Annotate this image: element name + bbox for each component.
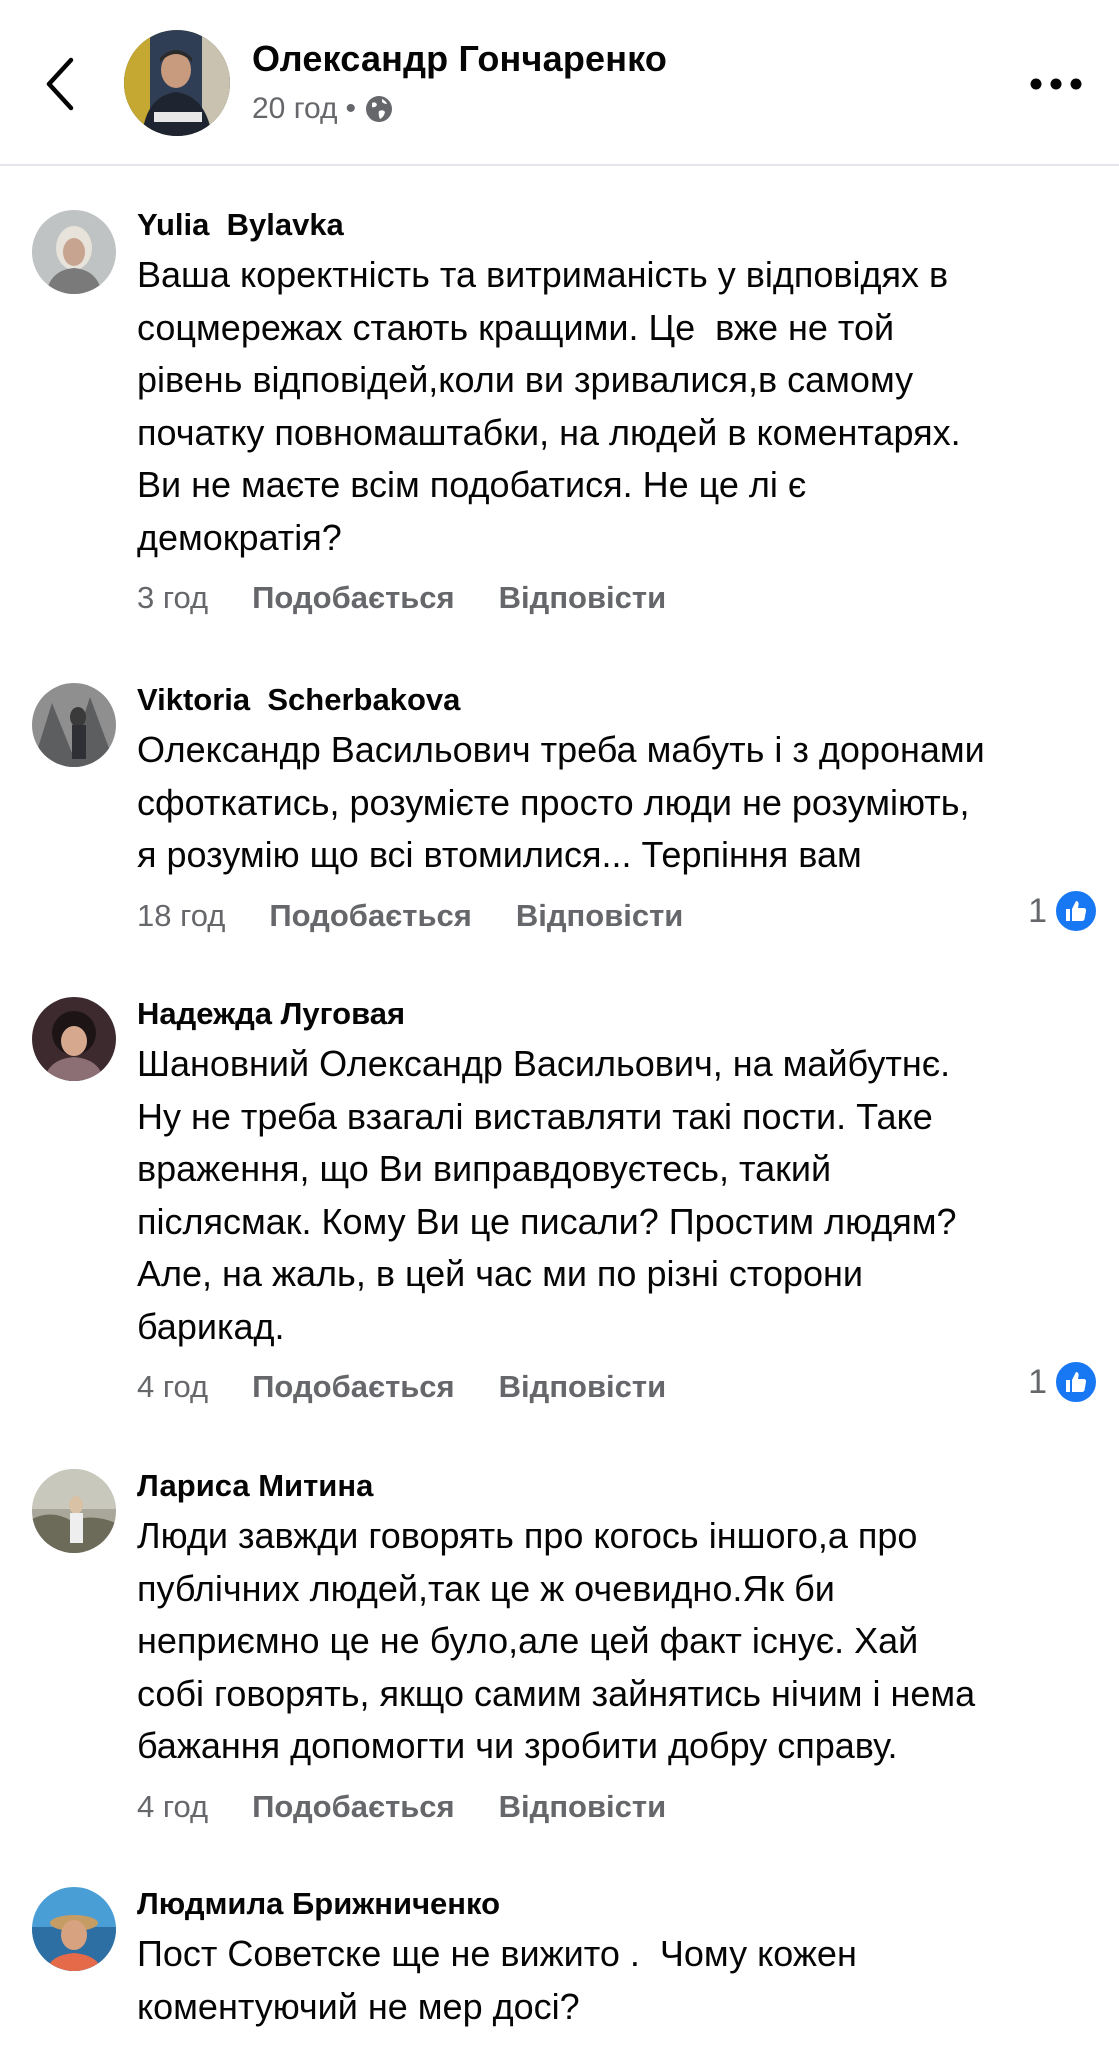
comment-avatar[interactable] <box>32 683 116 767</box>
reply-button[interactable]: Відповісти <box>499 1369 667 1405</box>
post-author-name[interactable]: Олександр Гончаренко <box>252 38 667 80</box>
like-button[interactable]: Подобається <box>252 1369 455 1405</box>
comment-body: Людмила Брижниченко Пост Советске ще не … <box>137 1884 1097 2033</box>
post-time[interactable]: 20 год <box>252 92 338 126</box>
comment-actions: 3 год Подобається Відповісти <box>137 576 1097 620</box>
comment-text: Шановний Олександр Васильович, на майбут… <box>137 1043 957 1347</box>
back-button[interactable] <box>34 44 86 124</box>
comment-text: Пост Советске ще не вижито . Чому кожен … <box>137 1933 857 2027</box>
reply-button[interactable]: Відповісти <box>499 1789 667 1825</box>
reply-button[interactable]: Відповісти <box>516 898 684 934</box>
like-button[interactable]: Подобається <box>252 580 455 616</box>
comment-author[interactable]: Людмила Брижниченко <box>137 1884 1097 1924</box>
comment-body: Лариса Митина Люди завжди говорять про к… <box>137 1466 1097 1829</box>
reply-button[interactable]: Відповісти <box>499 580 667 616</box>
comment-actions: 18 год Подобається Відповісти <box>137 894 1097 938</box>
comment-body: Yulia Bylavka Ваша коректність та витрим… <box>137 205 1097 620</box>
reaction-summary[interactable]: 1 <box>1028 1359 1099 1405</box>
comment-avatar[interactable] <box>32 997 116 1081</box>
meta-separator: • <box>345 92 357 125</box>
comment-avatar[interactable] <box>32 1887 116 1971</box>
reaction-count: 1 <box>1028 891 1047 930</box>
comment-avatar[interactable] <box>32 210 116 294</box>
comment-time[interactable]: 3 год <box>137 580 208 616</box>
globe-icon <box>366 96 393 122</box>
comment-text: Ваша коректність та витриманість у відпо… <box>137 254 961 558</box>
comment-time[interactable]: 4 год <box>137 1369 208 1405</box>
like-button[interactable]: Подобається <box>252 1789 455 1825</box>
comment-time[interactable]: 4 год <box>137 1789 208 1825</box>
like-button[interactable]: Подобається <box>269 898 472 934</box>
comment-text: Люди завжди говорять про когось іншого,а… <box>137 1515 976 1766</box>
comment-body: Viktoria Scherbakova Олександр Васильови… <box>137 680 1097 938</box>
author-avatar[interactable] <box>124 30 230 136</box>
comment-body: Надежда Луговая Шановний Олександр Васил… <box>137 994 1097 1409</box>
comment-author[interactable]: Лариса Митина <box>137 1466 1097 1506</box>
comment-actions: 4 год Подобається Відповісти <box>137 1785 1097 1829</box>
more-horizontal-icon <box>1030 78 1082 90</box>
comment-author[interactable]: Надежда Луговая <box>137 994 1097 1034</box>
post-meta: 20 год • <box>252 92 394 126</box>
reaction-count: 1 <box>1028 1362 1047 1401</box>
comment-text: Олександр Васильович треба мабуть і з до… <box>137 729 985 875</box>
chevron-left-icon <box>46 57 74 111</box>
reaction-summary[interactable]: 1 <box>1028 888 1099 934</box>
like-reaction-icon <box>1053 888 1099 934</box>
more-options-button[interactable] <box>1020 56 1092 112</box>
comment-time[interactable]: 18 год <box>137 898 225 934</box>
comment-actions: 4 год Подобається Відповісти <box>137 1365 1097 1409</box>
comment-author[interactable]: Yulia Bylavka <box>137 205 1097 245</box>
comment-avatar[interactable] <box>32 1469 116 1553</box>
like-reaction-icon <box>1053 1359 1099 1405</box>
comment-author[interactable]: Viktoria Scherbakova <box>137 680 1097 720</box>
post-header: Олександр Гончаренко 20 год • <box>0 0 1119 166</box>
